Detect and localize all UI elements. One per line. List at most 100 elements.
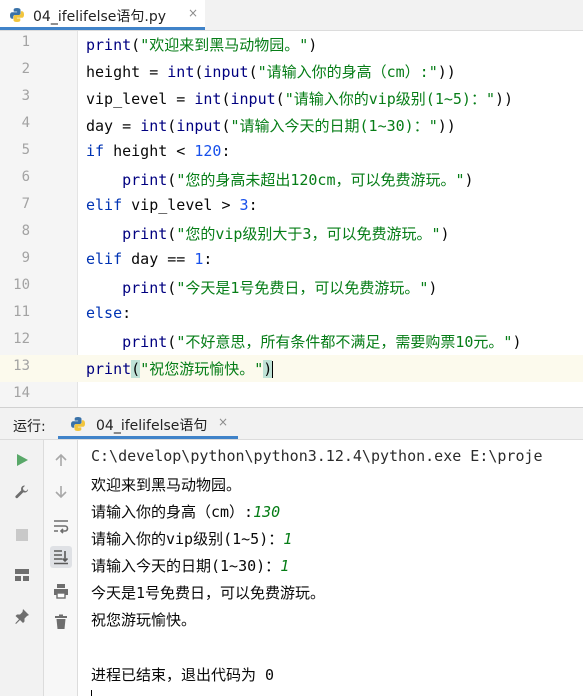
builtin-token: input [230, 90, 276, 108]
paren-token: ( [131, 36, 141, 54]
variable-token: vip_level = [86, 90, 195, 108]
code-line[interactable]: 8 print("您的vip级别大于3，可以免费游玩。") [0, 220, 583, 247]
code-line[interactable]: 14 [0, 382, 583, 409]
python-file-icon [71, 417, 85, 431]
code-line[interactable]: 5 if height < 120: [0, 139, 583, 166]
builtin-token: input [203, 63, 249, 81]
code-line[interactable]: 7 elif vip_level > 3: [0, 193, 583, 220]
paren-token: )) [495, 90, 514, 108]
line-number: 14 [13, 385, 30, 401]
paren-token: )) [437, 63, 456, 81]
builtin-token: input [176, 117, 222, 135]
number-token: 120 [194, 142, 222, 160]
console-output-text: 请输入你的身高（cm）: [91, 503, 254, 521]
arrow-up-icon [55, 453, 67, 466]
keyword-token: else [86, 304, 123, 322]
code-line[interactable]: 1 print("欢迎来到黑马动物园。") [0, 31, 583, 58]
builtin-token: int [194, 90, 222, 108]
string-token: "您的身高未超出120cm，可以免费游玩。" [176, 171, 465, 189]
run-actions-toolbar [0, 440, 44, 696]
run-icon [17, 454, 28, 466]
colon-token: : [203, 250, 213, 268]
colon-token: : [221, 142, 231, 160]
soft-wrap-button[interactable] [50, 515, 72, 537]
builtin-token: print [86, 36, 132, 54]
line-number: 11 [13, 304, 30, 320]
up-button[interactable] [50, 449, 72, 471]
paren-token: ( [167, 279, 177, 297]
line-number: 6 [21, 169, 30, 185]
number-token: 3 [239, 196, 249, 214]
colon-token: : [122, 304, 132, 322]
down-button[interactable] [50, 481, 72, 503]
paren-token: ( [221, 117, 231, 135]
trash-icon [55, 614, 67, 629]
variable-token: day = [86, 117, 141, 135]
line-number: 4 [21, 115, 30, 131]
console-output-text: 今天是1号免费日，可以免费游玩。 [91, 584, 326, 602]
code-line[interactable]: 11 else: [0, 301, 583, 328]
line-number: 1 [21, 34, 30, 50]
builtin-token: print [86, 360, 132, 378]
close-icon[interactable]: × [188, 6, 198, 20]
code-line[interactable]: 3 vip_level = int(input("请输入你的vip级别(1~5)… [0, 85, 583, 112]
colon-token: : [248, 196, 258, 214]
wrench-icon [15, 485, 29, 499]
console-user-input: 1 [280, 557, 290, 575]
pin-tab-button[interactable] [11, 605, 33, 627]
paren-token: ( [248, 63, 258, 81]
paren-token: ) [308, 36, 318, 54]
editor-tab[interactable]: 04_ifelifelse语句.py × [0, 0, 205, 30]
console-command-line: C:\develop\python\python3.12.4\python.ex… [91, 447, 543, 465]
line-number: 2 [21, 61, 30, 77]
paren-token: ( [221, 90, 231, 108]
code-editor[interactable]: 1 print("欢迎来到黑马动物园。") 2 height = int(inp… [0, 31, 583, 407]
code-line[interactable]: 6 print("您的身高未超出120cm，可以免费游玩。") [0, 166, 583, 193]
console-user-input: 1 [283, 530, 293, 548]
paren-token: ) [464, 171, 474, 189]
console-output[interactable]: C:\develop\python\python3.12.4\python.ex… [78, 440, 583, 696]
code-line[interactable]: 12 print("不好意思，所有条件都不满足，需要购票10元。") [0, 328, 583, 355]
soft-wrap-icon [54, 520, 69, 534]
run-panel-label: 运行: [13, 419, 46, 435]
console-line: 请输入你的身高（cm）:130 [91, 501, 280, 522]
console-actions-toolbar [44, 440, 78, 696]
string-token: "欢迎来到黑马动物园。" [140, 36, 309, 54]
console-line: 今天是1号免费日，可以免费游玩。 [91, 582, 325, 603]
close-icon[interactable]: × [218, 415, 228, 429]
clear-console-button[interactable] [50, 611, 72, 633]
console-line: 请输入你的vip级别(1~5)：1 [91, 528, 292, 549]
string-token: "今天是1号免费日，可以免费游玩。" [176, 279, 429, 297]
paren-token: ( [275, 90, 285, 108]
builtin-token: print [122, 279, 168, 297]
line-number: 7 [21, 196, 30, 212]
rerun-button[interactable] [11, 449, 33, 471]
paren-token: ) [263, 360, 273, 378]
layout-button[interactable] [11, 564, 33, 586]
string-token: "祝您游玩愉快。" [140, 360, 264, 378]
run-panel-header: 运行: 04_ifelifelse语句 × [0, 407, 583, 440]
line-number: 3 [21, 88, 30, 104]
stop-icon [16, 529, 28, 541]
builtin-token: int [167, 63, 195, 81]
edit-config-button[interactable] [11, 481, 33, 503]
code-line[interactable]: 9 elif day == 1: [0, 247, 583, 274]
layout-icon [15, 569, 29, 581]
paren-token: ( [167, 171, 177, 189]
paren-token: ( [167, 333, 177, 351]
code-line-current[interactable]: 13 print("祝您游玩愉快。") [0, 355, 583, 382]
print-button[interactable] [50, 580, 72, 602]
code-line[interactable]: 2 height = int(input("请输入你的身高（cm）:")) [0, 58, 583, 85]
console-output-text: 请输入今天的日期(1~30)： [91, 557, 281, 575]
code-line[interactable]: 10 print("今天是1号免费日，可以免费游玩。") [0, 274, 583, 301]
line-number: 9 [21, 250, 30, 266]
scroll-to-end-icon [54, 550, 69, 565]
paren-token: ( [167, 225, 177, 243]
run-config-tab[interactable]: 04_ifelifelse语句 × [58, 408, 238, 439]
scroll-to-end-button[interactable] [50, 546, 72, 568]
paren-token: ( [167, 117, 177, 135]
keyword-token: if [86, 142, 105, 160]
code-line[interactable]: 4 day = int(input("请输入今天的日期(1~30)：")) [0, 112, 583, 139]
text-cursor [272, 361, 274, 378]
stop-button[interactable] [11, 524, 33, 546]
